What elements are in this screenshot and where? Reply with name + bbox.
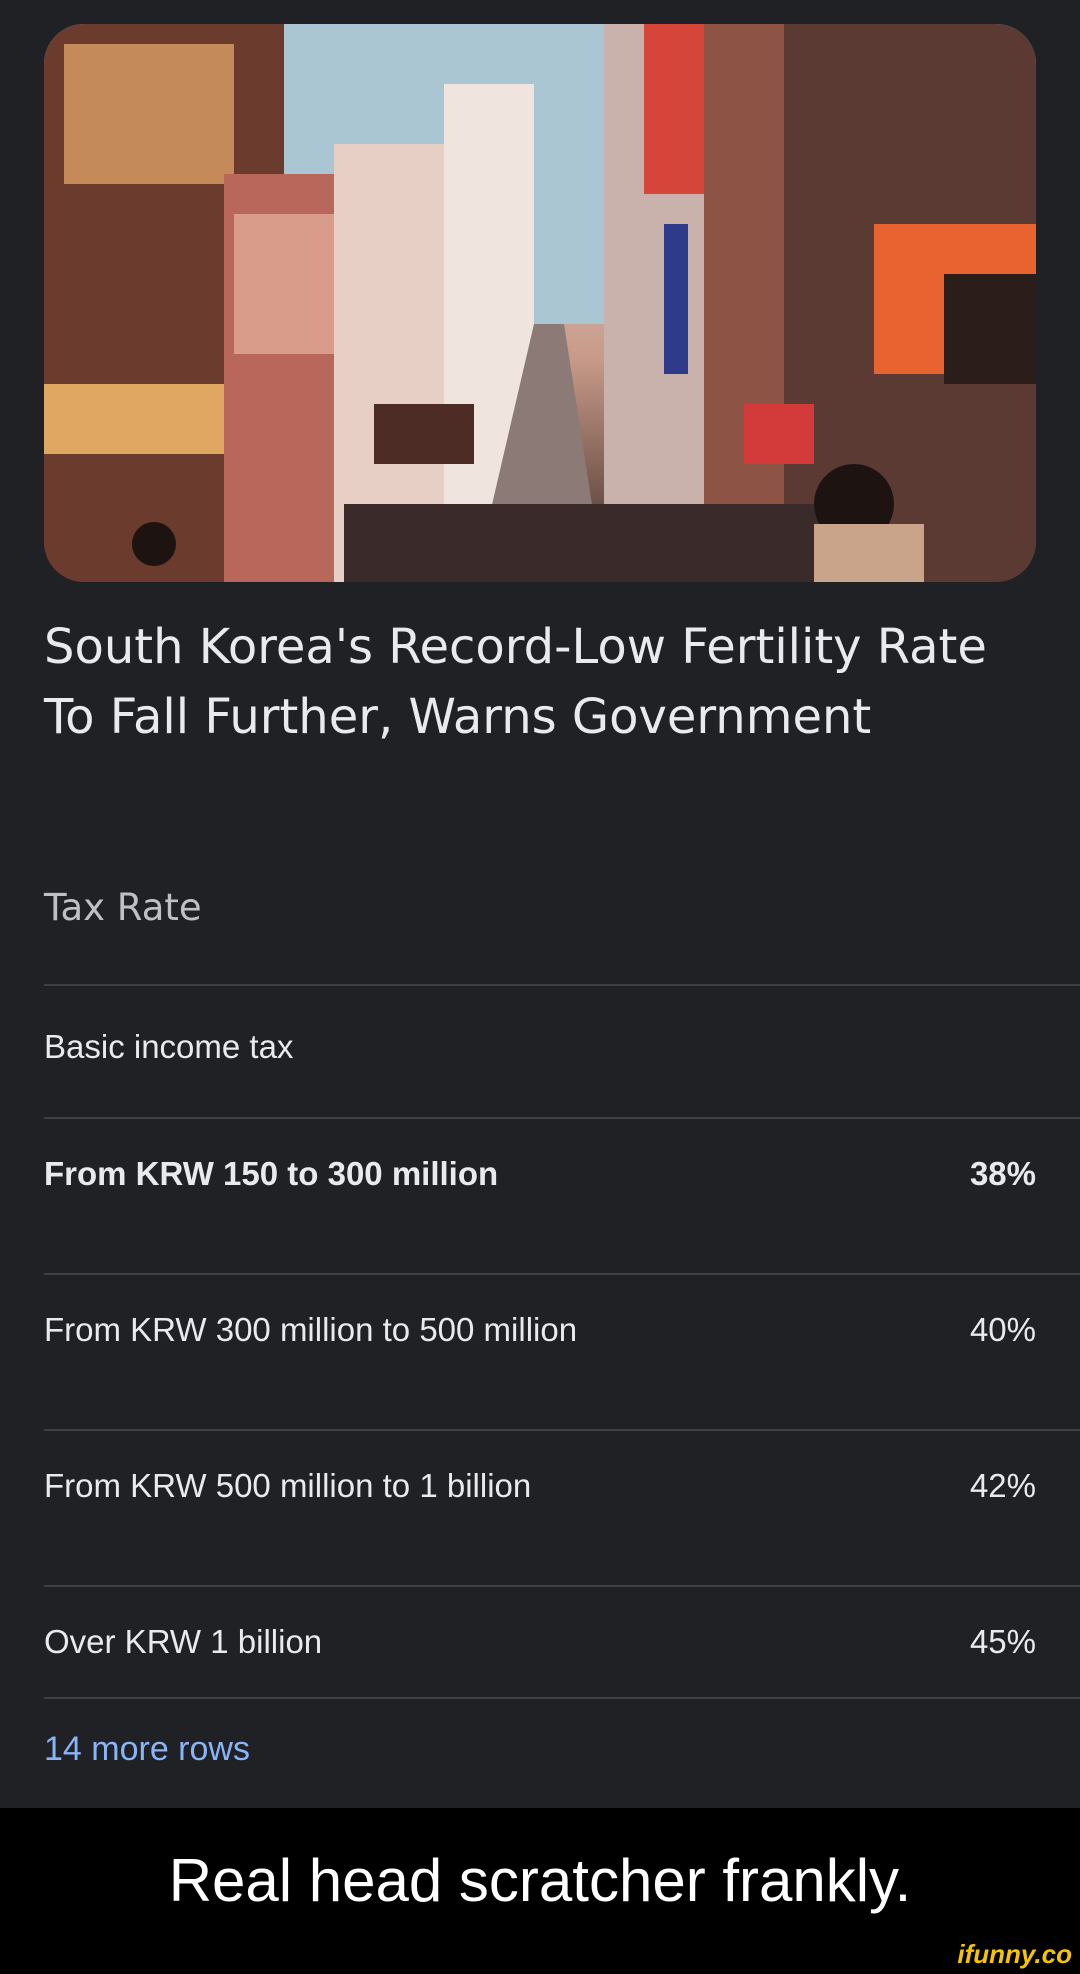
row-value: 40% — [969, 1311, 1036, 1348]
divider — [44, 1585, 1080, 1587]
row-value: 42% — [969, 1467, 1036, 1504]
divider — [44, 1117, 1080, 1119]
search-result-card: South Korea's Record-Low Fertility Rate … — [0, 0, 1080, 1808]
table-row: Over KRW 1 billion 45% — [44, 1620, 1036, 1664]
table-row: From KRW 300 million to 500 million 40% — [44, 1308, 1036, 1352]
article-headline[interactable]: South Korea's Record-Low Fertility Rate … — [44, 612, 1004, 752]
row-label: From KRW 300 million to 500 million — [44, 1311, 578, 1348]
table-section-basic-income-tax: Basic income tax — [44, 1028, 294, 1065]
table-row: From KRW 150 to 300 million 38% — [44, 1152, 1036, 1196]
street-scene-illustration — [44, 24, 1036, 582]
ifunny-watermark: ifunny.co — [957, 1939, 1072, 1969]
divider — [44, 1429, 1080, 1431]
row-label: Over KRW 1 billion — [44, 1623, 323, 1660]
divider — [44, 1273, 1080, 1275]
row-value: 38% — [969, 1155, 1036, 1192]
divider — [44, 984, 1080, 986]
street-photo[interactable] — [44, 24, 1036, 582]
meme-caption: Real head scratcher frankly. — [168, 1847, 912, 1914]
row-value: 45% — [969, 1623, 1036, 1660]
row-label: From KRW 150 to 300 million — [44, 1155, 499, 1192]
table-header-tax-rate: Tax Rate — [44, 886, 202, 929]
more-rows-link[interactable]: 14 more rows — [44, 1730, 250, 1769]
row-label: From KRW 500 million to 1 billion — [44, 1467, 532, 1504]
table-row: From KRW 500 million to 1 billion 42% — [44, 1464, 1036, 1508]
divider — [44, 1697, 1080, 1699]
